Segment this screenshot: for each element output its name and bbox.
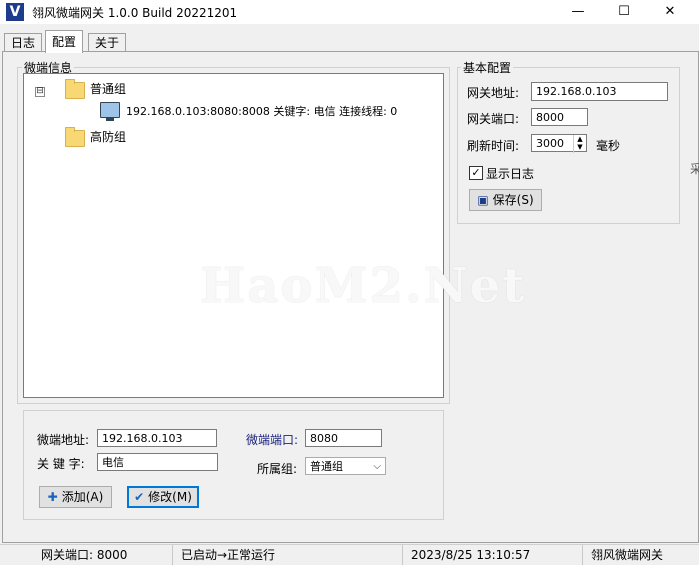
refresh-value: 3000 <box>536 137 564 150</box>
modify-button[interactable]: ✔ 修改(M) <box>127 486 199 508</box>
app-logo-icon: V <box>6 3 24 21</box>
folder-icon <box>65 79 85 99</box>
port-label: 微端端口: <box>246 433 299 447</box>
save-button-label: 保存(S) <box>492 193 534 207</box>
group-label: 所属组: <box>257 462 298 476</box>
checkmark-icon: ✔ <box>134 490 145 504</box>
folder-icon <box>65 127 85 147</box>
add-button[interactable]: ✚ 添加(A) <box>39 486 112 508</box>
show-log-label: 显示日志 <box>486 167 535 181</box>
add-button-label: 添加(A) <box>61 490 104 504</box>
keyword-label: 关 键 字: <box>37 457 85 471</box>
port-input[interactable]: 8080 <box>305 429 382 447</box>
tree-entry[interactable]: 192.168.0.103:8080:8008 关键字: 电信 连接线程: 0 <box>24 102 434 122</box>
save-button[interactable]: ▣ 保存(S) <box>469 189 542 211</box>
keyword-input[interactable]: 电信 <box>97 453 218 471</box>
status-state: 已启动→正常运行 <box>173 545 403 565</box>
tree-group-ddos[interactable]: 高防组 <box>24 127 224 147</box>
close-button[interactable]: ✕ <box>647 0 693 24</box>
window-title: 翎风微端网关 1.0.0 Build 20221201 <box>32 6 238 20</box>
microclient-tree[interactable]: ⊟ 普通组 192.168.0.103:8080:8008 关键字: 电信 连接… <box>23 73 444 398</box>
addr-label: 微端地址: <box>37 433 90 447</box>
gateway-port-label: 网关端口: <box>467 112 520 126</box>
plus-icon: ✚ <box>47 490 58 504</box>
tab-log[interactable]: 日志 <box>4 33 43 52</box>
title-bar: V 翎风微端网关 1.0.0 Build 20221201 — ☐ ✕ <box>0 0 699 24</box>
tab-about[interactable]: 关于 <box>88 33 127 52</box>
gateway-port-input[interactable]: 8000 <box>531 108 588 126</box>
spin-stepper-icon[interactable]: ▲ ▼ <box>573 135 586 153</box>
status-gateway-port: 网关端口: 8000 <box>33 545 173 565</box>
refresh-label: 刷新时间: <box>467 139 520 153</box>
floppy-disk-icon: ▣ <box>477 193 489 207</box>
gateway-addr-input[interactable]: 192.168.0.103 <box>531 82 668 101</box>
clipped-text: 采 <box>690 162 699 176</box>
collapse-icon[interactable]: ⊟ <box>35 87 45 97</box>
tree-group-label: 普通组 <box>90 82 127 96</box>
tree-entry-label: 192.168.0.103:8080:8008 关键字: 电信 连接线程: 0 <box>126 105 398 118</box>
refresh-input[interactable]: 3000 ▲ ▼ <box>531 134 587 153</box>
monitor-icon <box>100 102 120 121</box>
modify-button-label: 修改(M) <box>148 490 192 504</box>
group-select-value: 普通组 <box>310 460 343 473</box>
show-log-checkbox[interactable]: ✓ <box>469 166 483 180</box>
tab-config[interactable]: 配置 <box>45 30 84 53</box>
minimize-button[interactable]: — <box>555 0 601 24</box>
tree-group-normal[interactable]: ⊟ 普通组 <box>24 79 424 99</box>
addr-input[interactable]: 192.168.0.103 <box>97 429 217 447</box>
group-select[interactable]: 普通组 ⌵ <box>305 457 386 475</box>
gateway-addr-label: 网关地址: <box>467 86 520 100</box>
refresh-unit: 毫秒 <box>596 139 621 153</box>
status-datetime: 2023/8/25 13:10:57 <box>403 545 583 565</box>
status-bar: 网关端口: 8000 已启动→正常运行 2023/8/25 13:10:57 翎… <box>0 544 699 565</box>
chevron-down-icon: ⌵ <box>373 461 381 472</box>
status-brand: 翎风微端网关 <box>591 548 664 562</box>
basic-config-title: 基本配置 <box>461 59 514 76</box>
maximize-button[interactable]: ☐ <box>601 0 647 24</box>
tab-bar: 日志 配置 关于 <box>0 30 699 53</box>
tree-group-label: 高防组 <box>90 130 127 144</box>
